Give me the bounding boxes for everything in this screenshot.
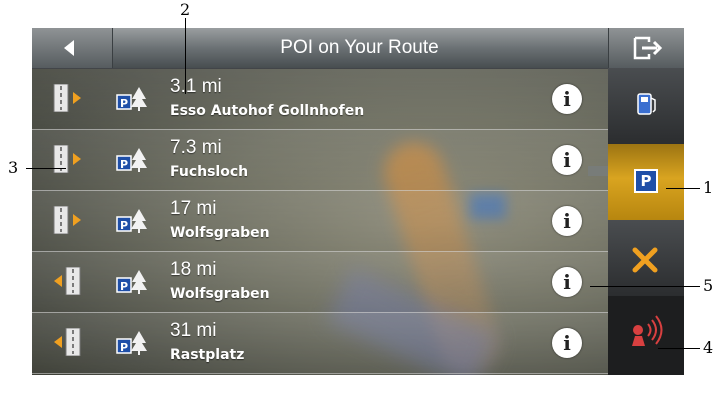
callout-4: 4 — [703, 338, 714, 357]
parking-icon: P — [634, 169, 658, 193]
info-button[interactable]: i — [552, 145, 582, 175]
svg-text:P: P — [120, 158, 128, 171]
poi-name: Esso Autohof Gollnhofen — [170, 103, 365, 119]
poi-distance: 17 mi — [170, 198, 217, 219]
poi-list: P 3.1 mi Esso Autohof Gollnhofen i P 7.3… — [32, 68, 610, 375]
exit-button[interactable] — [608, 28, 684, 68]
scrollbar-thumb[interactable] — [588, 166, 610, 176]
poi-name: Wolfsgraben — [170, 225, 270, 241]
callout-5: 5 — [703, 276, 714, 295]
svg-text:P: P — [120, 341, 128, 354]
callout-3: 3 — [8, 158, 19, 177]
info-button[interactable]: i — [552, 84, 582, 114]
parking-rest-area-icon: P — [116, 331, 147, 355]
navigation-screen: POI on Your Route P 3.1 mi Esso Autohof … — [32, 28, 684, 375]
list-item[interactable]: P 7.3 mi Fuchsloch i — [32, 129, 610, 191]
info-icon: i — [563, 148, 571, 172]
info-icon: i — [563, 87, 571, 111]
category-sidebar: P — [608, 68, 684, 375]
parking-icon-label: P — [640, 172, 652, 190]
info-button[interactable]: i — [552, 206, 582, 236]
poi-name: Wolfsgraben — [170, 286, 270, 302]
callout-1: 1 — [703, 178, 714, 197]
info-icon: i — [563, 270, 571, 294]
callout-2: 2 — [180, 0, 191, 19]
parking-rest-area-icon: P — [116, 270, 147, 294]
list-item[interactable]: P 18 mi Wolfsgraben i — [32, 251, 610, 313]
info-icon: i — [563, 209, 571, 233]
svg-text:P: P — [120, 219, 128, 232]
tools-icon — [632, 247, 658, 273]
back-button[interactable] — [32, 28, 113, 68]
poi-name: Rastplatz — [170, 347, 245, 363]
page-title: POI on Your Route — [280, 37, 439, 58]
sound-icon — [632, 315, 663, 346]
list-item[interactable]: P 17 mi Wolfsgraben i — [32, 190, 610, 252]
sidebar-item-fuel[interactable] — [608, 68, 684, 144]
parking-rest-area-icon: P — [116, 209, 147, 233]
lane-right-icon — [53, 84, 81, 112]
poi-distance: 18 mi — [170, 259, 217, 280]
info-button[interactable]: i — [552, 328, 582, 358]
poi-name: Fuchsloch — [170, 164, 249, 180]
fuel-icon — [637, 93, 656, 115]
back-arrow-icon — [64, 40, 74, 56]
list-item[interactable]: P 31 mi Rastplatz i — [32, 312, 610, 374]
parking-rest-area-icon: P — [116, 87, 147, 111]
poi-distance: 31 mi — [170, 320, 217, 341]
svg-text:P: P — [120, 280, 128, 293]
lane-left-icon — [54, 267, 81, 295]
sidebar-item-tools[interactable] — [608, 220, 684, 296]
sidebar-item-sound[interactable] — [608, 296, 684, 375]
exit-icon — [633, 36, 663, 60]
sidebar-item-parking[interactable]: P — [608, 144, 684, 220]
poi-distance: 7.3 mi — [170, 137, 222, 158]
lane-right-icon — [53, 206, 81, 234]
lane-left-icon — [54, 328, 81, 356]
list-item[interactable]: P 3.1 mi Esso Autohof Gollnhofen i — [32, 68, 610, 130]
svg-text:P: P — [120, 97, 128, 110]
info-icon: i — [563, 331, 571, 355]
header-bar: POI on Your Route — [32, 28, 684, 69]
parking-rest-area-icon: P — [116, 148, 147, 172]
poi-distance: 3.1 mi — [170, 76, 222, 97]
info-button[interactable]: i — [552, 267, 582, 297]
